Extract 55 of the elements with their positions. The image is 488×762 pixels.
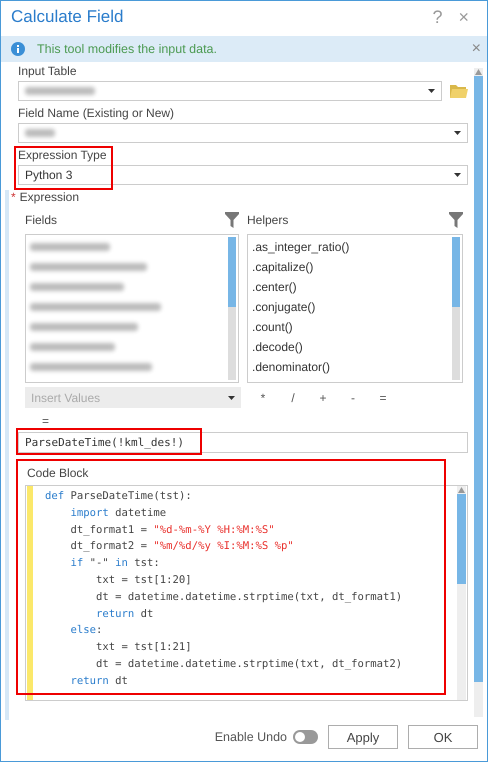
code-line: else: (70, 623, 104, 638)
code-line: return dt (96, 606, 154, 622)
window-title: Calculate Field (11, 7, 124, 27)
scrollbar[interactable] (457, 486, 466, 700)
dropdown-caret-icon[interactable] (428, 89, 435, 93)
field-name-dropdown[interactable] (18, 123, 468, 143)
field-label: Input Table (18, 64, 78, 78)
operator-button[interactable]: / (285, 390, 301, 404)
operator-button[interactable]: = (375, 390, 391, 404)
info-icon (11, 42, 25, 56)
scrollbar[interactable] (228, 237, 236, 380)
toggle-label: Enable Undo (214, 730, 287, 744)
list-item[interactable]: .capitalize() (248, 257, 450, 277)
expression-field[interactable]: ParseDateTime(!kml_des!) (18, 432, 468, 453)
code-line: dt_format1 = "%d-%m-%Y %H:%M:%S" (70, 522, 276, 538)
operator-button[interactable]: * (255, 390, 271, 404)
operator-button[interactable]: - (345, 390, 361, 404)
filter-icon[interactable] (225, 212, 239, 228)
code-line: def ParseDateTime(tst): (45, 489, 193, 504)
list-label: Helpers (247, 213, 288, 227)
code-line: dt_format2 = "%m/%d/%y %I:%M:%S %p" (70, 539, 295, 554)
expression-type-dropdown[interactable]: Python 3 (18, 165, 468, 185)
list-label: Fields (25, 213, 58, 227)
scrollbar[interactable] (452, 237, 460, 380)
required-mark: * (11, 190, 16, 204)
code-line: import datetime (70, 506, 168, 521)
code-line: return dt (70, 674, 129, 689)
field-label: Field Name (Existing or New) (18, 106, 176, 120)
code-editor[interactable] (25, 485, 468, 701)
code-line: txt = tst[1:20] (96, 572, 193, 588)
dialog-button[interactable]: OK (408, 725, 478, 749)
list-item[interactable]: .decode() (248, 337, 450, 357)
dropdown-caret-icon[interactable] (454, 173, 461, 177)
list-item[interactable]: .denominator() (248, 357, 450, 377)
info-message: This tool modifies the input data. (37, 42, 218, 56)
list-item[interactable]: .count() (248, 317, 450, 337)
dialog-button[interactable]: Apply (328, 725, 398, 749)
list-item[interactable]: .center() (248, 277, 450, 297)
list-item[interactable]: .conjugate() (248, 297, 450, 317)
section-label: Expression (20, 190, 80, 204)
toggle-switch[interactable] (293, 730, 318, 744)
scrollbar[interactable] (474, 68, 483, 717)
code-line: dt = datetime.datetime.strptime(txt, dt_format2) (96, 656, 404, 672)
field-label: Expression Type (18, 148, 108, 162)
dropdown-caret-icon[interactable] (454, 131, 461, 135)
code-line: dt = datetime.datetime.strptime(txt, dt_format1) (96, 590, 404, 605)
folder-icon[interactable] (450, 84, 468, 98)
code-line: if "-" in tst: (70, 556, 161, 572)
section-label: Code Block (26, 465, 90, 482)
input-table-dropdown[interactable] (18, 81, 442, 101)
code-line: txt = tst[1:21] (96, 640, 193, 656)
list-item[interactable]: .as_integer_ratio() (248, 237, 450, 257)
target-prefix: = (42, 414, 50, 428)
operator-button[interactable]: + (315, 390, 331, 404)
filter-icon[interactable] (449, 212, 463, 228)
